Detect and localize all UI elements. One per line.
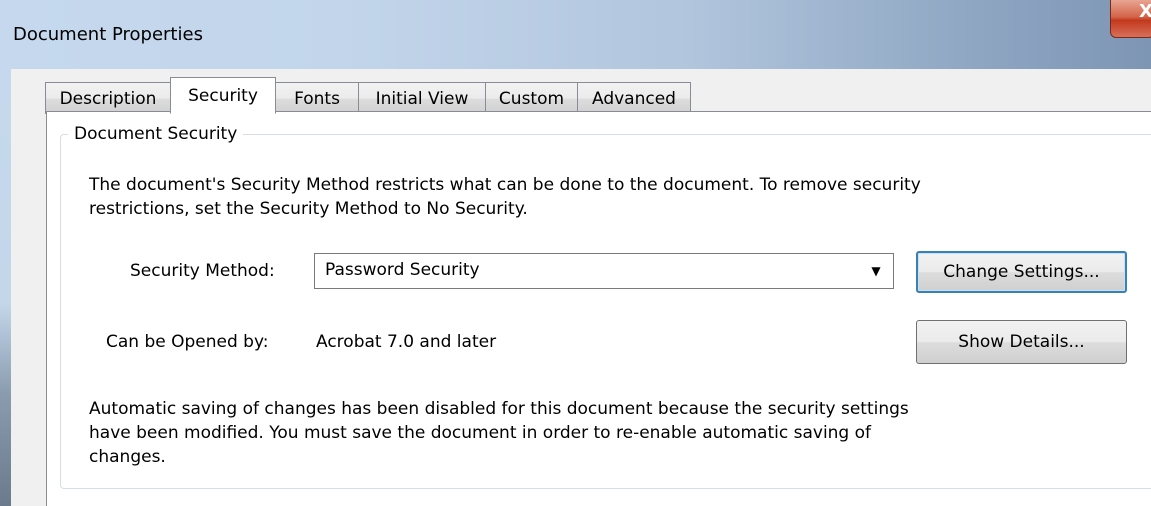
title-bar[interactable]: Document Properties X (0, 0, 1151, 69)
notice-line-3: changes. (89, 447, 166, 467)
auto-save-notice: Automatic saving of changes has been dis… (89, 397, 909, 469)
tab-label: Description (59, 88, 157, 109)
tab-bar: Description Security Fonts Initial View … (45, 77, 691, 114)
tab-custom[interactable]: Custom (485, 82, 578, 114)
window-title: Document Properties (13, 24, 203, 45)
chevron-down-icon[interactable]: ▼ (859, 254, 893, 288)
tab-label: Security (188, 85, 258, 106)
tab-fonts[interactable]: Fonts (275, 82, 359, 114)
window-frame-left (0, 0, 11, 506)
opened-by-label: Can be Opened by: (106, 332, 269, 352)
tab-security[interactable]: Security (170, 77, 276, 114)
tab-label: Advanced (592, 88, 676, 109)
group-title: Document Security (68, 124, 244, 144)
close-icon: X (1139, 1, 1151, 22)
tab-initial-view[interactable]: Initial View (358, 82, 486, 114)
notice-line-2: have been modified. You must save the do… (89, 423, 872, 443)
security-method-value: Password Security (325, 260, 480, 280)
show-details-label: Show Details... (958, 332, 1085, 352)
tab-label: Fonts (294, 88, 340, 109)
security-method-label: Security Method: (130, 261, 275, 281)
notice-line-1: Automatic saving of changes has been dis… (89, 399, 909, 419)
change-settings-label: Change Settings... (943, 262, 1100, 282)
intro-line-1: The document's Security Method restricts… (89, 175, 921, 195)
close-button[interactable]: X (1110, 0, 1151, 38)
tab-advanced[interactable]: Advanced (577, 82, 691, 114)
tab-label: Custom (498, 88, 565, 109)
security-method-dropdown[interactable]: Password Security ▼ (314, 253, 894, 289)
security-intro: The document's Security Method restricts… (89, 173, 921, 221)
tab-description[interactable]: Description (45, 82, 171, 114)
show-details-button[interactable]: Show Details... (916, 320, 1127, 364)
intro-line-2: restrictions, set the Security Method to… (89, 199, 528, 219)
change-settings-button[interactable]: Change Settings... (916, 251, 1127, 293)
opened-by-value: Acrobat 7.0 and later (316, 332, 497, 352)
tab-label: Initial View (375, 88, 469, 109)
